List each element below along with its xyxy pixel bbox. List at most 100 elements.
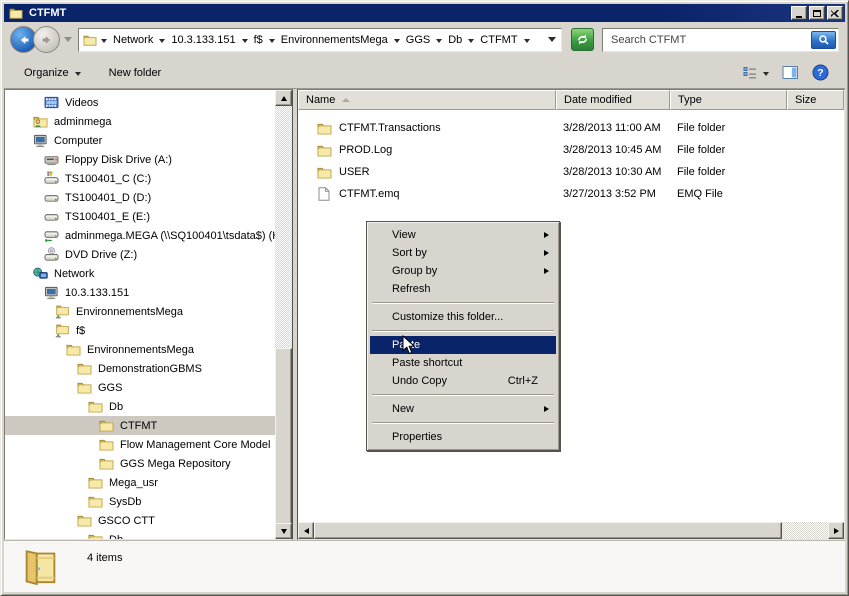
tree-item-ts100401-c-c[interactable]: TS100401_C (C:) [5, 169, 275, 188]
close-button[interactable] [827, 6, 843, 20]
maximize-button[interactable] [809, 6, 825, 20]
scroll-right-button[interactable] [828, 522, 844, 539]
file-type-cell: File folder [670, 144, 787, 156]
tree-vertical-scrollbar[interactable] [275, 90, 292, 539]
breadcrumb-db[interactable]: Db [445, 33, 465, 47]
minimize-button[interactable] [791, 6, 807, 20]
breadcrumb-10-3-133-151[interactable]: 10.3.133.151 [168, 33, 238, 47]
breadcrumb-bar[interactable]: Network 10.3.133.151 f$ EnvironnementsMega G… [78, 28, 562, 52]
menu-item-label: Paste [392, 339, 420, 351]
tree-item-ts100401-d-d[interactable]: TS100401_D (D:) [5, 188, 275, 207]
horizontal-scrollbar[interactable] [298, 522, 844, 539]
breadcrumb-network[interactable]: Network [110, 33, 156, 47]
refresh-button[interactable] [571, 28, 594, 51]
menu-item-paste-shortcut[interactable]: Paste shortcut [370, 354, 556, 372]
menu-separator [372, 302, 554, 304]
tree-item-adminmega-mega-sq100401-tsdata-h[interactable]: adminmega.MEGA (\\SQ100401\tsdata$) (H:) [5, 226, 275, 245]
column-header-type[interactable]: Type [670, 90, 787, 110]
folder-icon [87, 532, 103, 540]
tree-item-videos[interactable]: Videos [5, 93, 275, 112]
tree-item-adminmega[interactable]: adminmega [5, 112, 275, 131]
breadcrumb-separator-icon[interactable] [101, 39, 107, 43]
recent-pages-chevron-icon[interactable] [64, 37, 72, 42]
menu-item-paste[interactable]: Paste [370, 336, 556, 354]
submenu-arrow-icon [544, 250, 549, 256]
tree-item-network[interactable]: Network [5, 264, 275, 283]
tree-item-environnementsmega[interactable]: EnvironnementsMega [5, 340, 275, 359]
tree-item-label: EnvironnementsMega [87, 344, 194, 356]
preview-pane-button[interactable] [780, 63, 801, 82]
breadcrumb-f[interactable]: f$ [251, 33, 266, 47]
breadcrumb-ctfmt[interactable]: CTFMT [477, 33, 520, 47]
folder-icon [76, 361, 92, 376]
tree-item-label: Computer [54, 135, 102, 147]
tree-item-sysdb[interactable]: SysDb [5, 492, 275, 511]
scroll-left-button[interactable] [298, 522, 314, 539]
breadcrumb-separator-icon[interactable] [436, 39, 442, 43]
search-input[interactable]: Search CTFMT [602, 28, 839, 52]
menu-item-properties[interactable]: Properties [370, 428, 556, 446]
breadcrumb-separator-icon[interactable] [524, 39, 530, 43]
breadcrumb-separator-icon[interactable] [242, 39, 248, 43]
breadcrumb-ggs[interactable]: GGS [403, 33, 433, 47]
file-row-prod-log[interactable]: PROD.Log3/28/2013 10:45 AMFile folder [298, 139, 844, 161]
tree-item-f[interactable]: f$ [5, 321, 275, 340]
change-view-button[interactable] [740, 64, 771, 82]
forward-button[interactable] [33, 26, 60, 53]
organize-button[interactable]: Organize [18, 63, 87, 83]
menu-item-label: Paste shortcut [392, 357, 462, 369]
user-folder-icon [32, 114, 48, 129]
menu-item-undo-copy[interactable]: Undo CopyCtrl+Z [370, 372, 556, 390]
tree-item-label: TS100401_D (D:) [65, 192, 151, 204]
scroll-up-button[interactable] [275, 90, 292, 106]
column-header-size[interactable]: Size [787, 90, 844, 110]
tree-item-computer[interactable]: Computer [5, 131, 275, 150]
file-row-ctfmt-emq[interactable]: CTFMT.emq3/27/2013 3:52 PMEMQ File [298, 183, 844, 205]
menu-item-label: View [392, 229, 416, 241]
tree-item-ggs-mega-repository[interactable]: GGS Mega Repository [5, 454, 275, 473]
breadcrumb-environnementsmega[interactable]: EnvironnementsMega [278, 33, 391, 47]
tree-item-label: GGS [98, 382, 122, 394]
breadcrumb-separator-icon[interactable] [269, 39, 275, 43]
tree-item-gsco-ctt[interactable]: GSCO CTT [5, 511, 275, 530]
file-icon [316, 187, 332, 202]
breadcrumb-separator-icon[interactable] [394, 39, 400, 43]
tree-item-demonstrationgbms[interactable]: DemonstrationGBMS [5, 359, 275, 378]
tree-item-10-3-133-151[interactable]: 10.3.133.151 [5, 283, 275, 302]
address-history-button[interactable] [545, 32, 559, 48]
scroll-down-button[interactable] [275, 523, 292, 539]
tree-item-floppy-disk-drive-a[interactable]: Floppy Disk Drive (A:) [5, 150, 275, 169]
tree-item-label: adminmega.MEGA (\\SQ100401\tsdata$) (H:) [65, 230, 287, 242]
help-button[interactable]: ? [810, 62, 831, 83]
tree-item-ggs[interactable]: GGS [5, 378, 275, 397]
column-header-date-modified[interactable]: Date modified [556, 90, 670, 110]
column-header-name[interactable]: Name [298, 90, 556, 110]
file-name: PROD.Log [339, 144, 392, 156]
menu-item-new[interactable]: New [370, 400, 556, 418]
breadcrumb-separator-icon[interactable] [468, 39, 474, 43]
breadcrumb-separator-icon[interactable] [159, 39, 165, 43]
menu-item-customize-this-folder[interactable]: Customize this folder... [370, 308, 556, 326]
menu-item-refresh[interactable]: Refresh [370, 280, 556, 298]
menu-item-sort-by[interactable]: Sort by [370, 244, 556, 262]
column-header-label: Size [795, 94, 816, 106]
tree-item-dvd-drive-z[interactable]: DVD Drive (Z:) [5, 245, 275, 264]
file-type-cell: EMQ File [670, 188, 787, 200]
new-folder-button[interactable]: New folder [103, 63, 168, 83]
tree-item-db[interactable]: Db [5, 530, 275, 540]
tree-item-ctfmt[interactable]: CTFMT [5, 416, 275, 435]
file-row-ctfmt-transactions[interactable]: CTFMT.Transactions3/28/2013 11:00 AMFile… [298, 117, 844, 139]
search-button[interactable] [811, 31, 836, 49]
menu-item-group-by[interactable]: Group by [370, 262, 556, 280]
file-row-user[interactable]: USER3/28/2013 10:30 AMFile folder [298, 161, 844, 183]
horizontal-scroll-thumb[interactable] [314, 522, 782, 539]
vertical-scroll-thumb[interactable] [275, 348, 292, 526]
tree-item-mega-usr[interactable]: Mega_usr [5, 473, 275, 492]
tree-item-ts100401-e-e[interactable]: TS100401_E (E:) [5, 207, 275, 226]
context-menu: View Sort byGroup byRefresh Customize this… [366, 221, 560, 451]
tree-item-flow-management-core-model[interactable]: Flow Management Core Model [5, 435, 275, 454]
menu-item-view[interactable]: View [370, 226, 556, 244]
tree-item-db[interactable]: Db [5, 397, 275, 416]
tree-item-environnementsmega[interactable]: EnvironnementsMega [5, 302, 275, 321]
refresh-icon [575, 32, 590, 47]
